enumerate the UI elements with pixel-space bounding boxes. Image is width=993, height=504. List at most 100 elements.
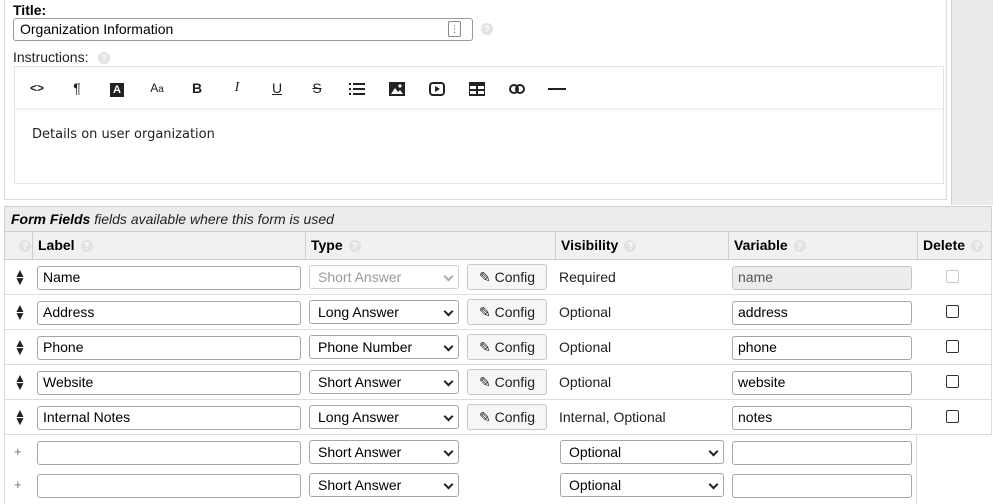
translate-icon[interactable]: ⋮ xyxy=(448,21,461,37)
image-button[interactable] xyxy=(385,78,409,98)
help-icon[interactable]: ? xyxy=(971,240,984,253)
field-label-input[interactable]: Website xyxy=(37,371,301,395)
field-type-select[interactable]: Phone Number xyxy=(309,335,459,359)
add-icon: + xyxy=(14,444,22,459)
field-variable-input[interactable]: website xyxy=(732,371,912,395)
chevron-down-icon xyxy=(443,479,454,490)
table-row: ▲ ▼ Address Long Answer ✎ Config Optional… xyxy=(4,295,992,330)
help-icon[interactable]: ? xyxy=(80,240,93,253)
help-icon[interactable]: ? xyxy=(793,240,806,253)
help-icon[interactable]: ? xyxy=(348,240,361,253)
column-header-variable: Variable? xyxy=(729,232,918,259)
form-fields-subtitle: fields available where this form is used xyxy=(94,211,334,227)
side-scroll-area xyxy=(951,0,993,205)
delete-checkbox[interactable] xyxy=(946,305,959,318)
drag-handle-icon[interactable]: ▲ ▼ xyxy=(14,407,26,427)
field-label-input[interactable]: Internal Notes xyxy=(37,406,301,430)
instructions-label: Instructions: xyxy=(13,49,89,65)
config-button[interactable]: ✎ Config xyxy=(467,369,547,395)
link-button[interactable] xyxy=(505,78,529,98)
list-button[interactable] xyxy=(345,78,369,98)
form-fields-header: Form Fields fields available where this … xyxy=(4,206,992,232)
column-header-label: Label? xyxy=(33,232,306,259)
underline-button[interactable]: U xyxy=(265,78,289,98)
table-button[interactable] xyxy=(465,78,489,98)
help-icon[interactable]: ? xyxy=(481,23,493,35)
config-button[interactable]: ✎ Config xyxy=(467,334,547,360)
new-field-row: + Short Answer Optional xyxy=(4,435,916,470)
field-type-select[interactable]: Short Answer xyxy=(309,265,459,289)
delete-checkbox[interactable] xyxy=(946,410,959,423)
field-variable-input[interactable]: notes xyxy=(732,406,912,430)
drag-handle-icon[interactable]: ▲ ▼ xyxy=(14,302,26,322)
new-field-visibility-select[interactable]: Optional xyxy=(560,440,724,464)
table-row: ▲ ▼ Internal Notes Long Answer ✎ Config I… xyxy=(4,400,992,435)
field-label-input[interactable]: Name xyxy=(37,266,301,290)
new-field-variable-input[interactable] xyxy=(732,441,912,465)
add-icon: + xyxy=(14,477,22,492)
form-fields-title: Form Fields xyxy=(11,211,91,227)
field-type-select[interactable]: Long Answer xyxy=(309,405,459,429)
field-visibility: Optional xyxy=(559,374,612,390)
horizontal-rule-button[interactable] xyxy=(545,78,569,98)
delete-checkbox[interactable] xyxy=(946,375,959,388)
delete-checkbox[interactable] xyxy=(946,340,959,353)
drag-handle-icon[interactable]: ▲ ▼ xyxy=(14,337,26,357)
editor-toolbar: <> ¶ A Aa B I U S xyxy=(15,67,943,109)
config-button[interactable]: ✎ Config xyxy=(467,264,547,290)
edit-icon: ✎ xyxy=(478,339,491,355)
config-button[interactable]: ✎ Config xyxy=(467,404,547,430)
help-icon[interactable]: ? xyxy=(19,240,31,253)
drag-handle-icon[interactable]: ▲ ▼ xyxy=(14,372,26,392)
italic-button[interactable]: I xyxy=(225,78,249,98)
edit-icon: ✎ xyxy=(478,304,491,320)
title-input[interactable]: Organization Information xyxy=(13,18,473,41)
column-header-type: Type? xyxy=(306,232,556,259)
new-field-type-select[interactable]: Short Answer xyxy=(309,473,459,497)
table-row: ▲ ▼ Name Short Answer ✎ Config Required n… xyxy=(4,260,992,295)
edit-icon: ✎ xyxy=(478,409,491,425)
font-size-button[interactable]: Aa xyxy=(145,78,169,98)
table-border xyxy=(991,260,992,435)
delete-checkbox xyxy=(946,270,959,283)
instructions-text[interactable]: Details on user organization xyxy=(32,127,215,142)
field-label-input[interactable]: Address xyxy=(37,301,301,325)
help-icon[interactable]: ? xyxy=(98,52,110,64)
field-variable-input[interactable]: address xyxy=(732,301,912,325)
chevron-down-icon xyxy=(443,341,454,352)
new-field-row: + Short Answer Optional xyxy=(4,468,916,503)
chevron-down-icon xyxy=(708,446,719,457)
field-variable-input: name xyxy=(732,266,912,290)
field-variable-input[interactable]: phone xyxy=(732,336,912,360)
new-field-label-input[interactable] xyxy=(37,474,301,498)
new-field-visibility-select[interactable]: Optional xyxy=(560,473,724,497)
column-header-handle: ? xyxy=(5,232,33,259)
video-button[interactable] xyxy=(425,78,449,98)
chevron-down-icon xyxy=(443,306,454,317)
field-type-select[interactable]: Long Answer xyxy=(309,300,459,324)
chevron-down-icon xyxy=(443,376,454,387)
instructions-editor[interactable]: <> ¶ A Aa B I U S Details on user organi… xyxy=(14,66,944,184)
edit-icon: ✎ xyxy=(478,374,491,390)
column-header-delete: Delete? xyxy=(918,232,993,259)
new-field-variable-input[interactable] xyxy=(732,474,912,498)
field-visibility: Required xyxy=(559,269,616,285)
field-visibility: Internal, Optional xyxy=(559,409,666,425)
chevron-down-icon xyxy=(443,411,454,422)
new-field-type-select[interactable]: Short Answer xyxy=(309,440,459,464)
paragraph-button[interactable]: ¶ xyxy=(65,78,89,98)
table-row: ▲ ▼ Phone Phone Number ✎ Config Optional … xyxy=(4,330,992,365)
edit-icon: ✎ xyxy=(478,269,491,285)
code-view-button[interactable]: <> xyxy=(25,78,49,98)
bold-button[interactable]: B xyxy=(185,78,209,98)
drag-handle-icon[interactable]: ▲ ▼ xyxy=(14,267,26,287)
table-row: ▲ ▼ Website Short Answer ✎ Config Optiona… xyxy=(4,365,992,400)
strikethrough-button[interactable]: S xyxy=(305,78,329,98)
help-icon[interactable]: ? xyxy=(624,240,637,253)
field-type-select[interactable]: Short Answer xyxy=(309,370,459,394)
table-border xyxy=(916,435,917,504)
config-button[interactable]: ✎ Config xyxy=(467,299,547,325)
new-field-label-input[interactable] xyxy=(37,441,301,465)
text-color-button[interactable]: A xyxy=(105,78,129,98)
field-label-input[interactable]: Phone xyxy=(37,336,301,360)
